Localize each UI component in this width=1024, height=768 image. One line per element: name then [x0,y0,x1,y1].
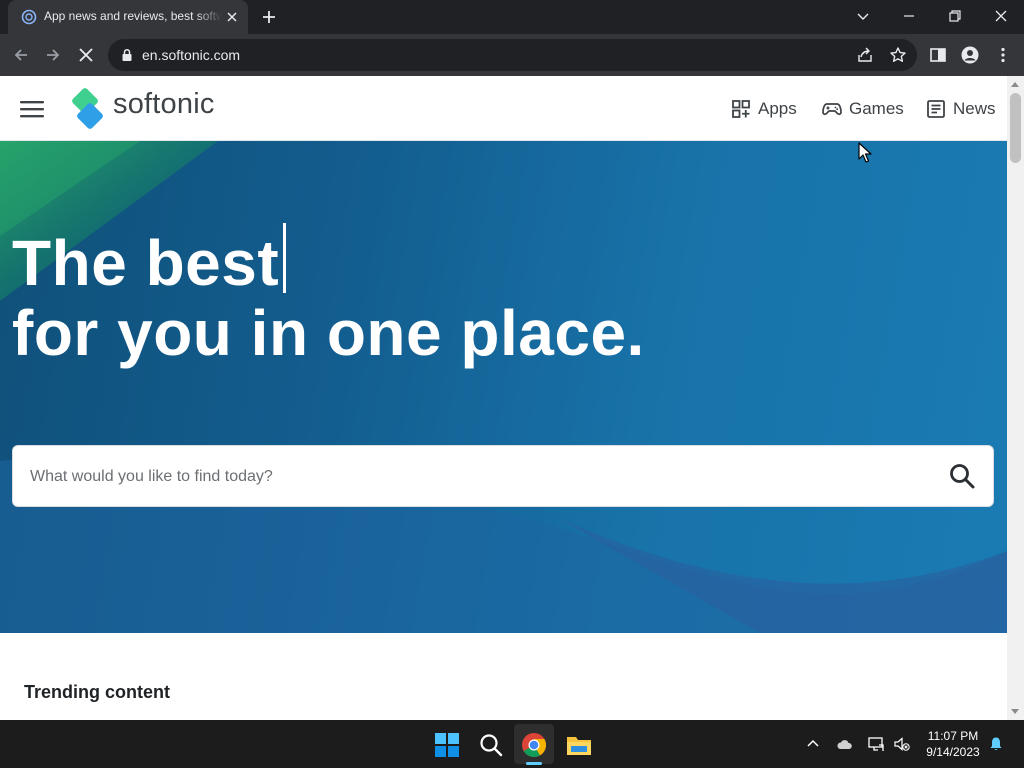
nav-games[interactable]: Games [822,96,904,122]
nav-games-label: Games [849,99,904,118]
url-text[interactable]: en.softonic.com [142,47,240,63]
address-bar[interactable]: en.softonic.com [108,39,917,71]
file-explorer-icon[interactable] [566,732,592,758]
browser-tab-active[interactable]: App news and reviews, best software [8,0,248,34]
hero-banner: The best for you in one place. [0,141,1007,633]
chrome-menu-kebab-icon[interactable] [994,46,1012,64]
taskbar-clock[interactable]: 11:07 PM 9/14/2023 [922,728,984,760]
restore-icon[interactable] [947,8,963,24]
typing-caret [283,223,287,293]
nav-apps[interactable]: Apps [731,96,797,122]
trending-heading: Trending content [24,682,170,702]
hero-headline-line2: for you in one place. [12,297,645,369]
onedrive-cloud-icon[interactable] [836,736,852,752]
nav-news[interactable]: News [926,96,996,122]
mouse-pointer-icon [858,142,872,163]
back-arrow-icon[interactable] [12,46,30,64]
tab-title: App news and reviews, best software [44,9,222,23]
web-page: softonic Apps Games News The best for yo… [0,76,1007,720]
loading-favicon-icon [21,9,37,25]
windows-taskbar: 11:07 PM 9/14/2023 [0,720,1024,768]
site-header: softonic Apps Games News [0,76,1007,141]
gamepad-icon [822,103,842,116]
hero-headline-line1: The best [12,223,287,300]
volume-muted-icon[interactable] [894,736,910,752]
news-article-icon [927,100,945,118]
hero-headline-line1-text: The best [12,227,280,299]
tray-overflow-chevron-icon[interactable] [805,736,821,752]
profile-avatar-icon[interactable] [961,46,979,64]
side-panel-icon[interactable] [929,46,947,64]
nav-apps-label: Apps [758,99,797,118]
scroll-down-arrow-icon[interactable] [1011,709,1019,714]
lock-icon[interactable] [120,48,134,62]
search-box[interactable] [12,445,994,507]
stop-loading-icon[interactable] [77,46,95,64]
chrome-app-icon[interactable] [521,732,547,758]
scrollbar-thumb[interactable] [1010,93,1021,163]
forward-arrow-icon[interactable] [44,46,62,64]
windows-start-icon[interactable] [434,732,460,758]
nav-news-label: News [953,99,996,118]
apps-grid-icon [732,100,750,118]
network-icon[interactable] [868,736,884,752]
browser-toolbar: en.softonic.com [0,34,1024,76]
tab-search-chevron-icon[interactable] [855,8,871,24]
logo-wordmark[interactable]: softonic [113,88,215,121]
close-window-icon[interactable] [993,8,1009,24]
chrome-active-indicator [526,762,542,765]
hero-background-shapes [0,141,1007,633]
taskbar-search-icon[interactable] [478,732,504,758]
browser-tab-strip: App news and reviews, best software [0,0,1024,34]
page-scrollbar[interactable] [1007,76,1024,720]
bookmark-star-icon[interactable] [889,46,907,64]
notification-bell-icon[interactable] [988,736,1004,752]
search-input[interactable] [28,460,912,494]
share-icon[interactable] [856,46,874,64]
new-tab-plus-icon[interactable] [261,9,277,25]
clock-date: 9/14/2023 [926,745,980,759]
minimize-icon[interactable] [901,8,917,24]
softonic-logo-icon[interactable] [70,88,106,130]
tab-close-icon[interactable] [224,9,240,25]
hamburger-menu-icon[interactable] [20,100,44,118]
search-icon[interactable] [948,462,976,490]
scroll-up-arrow-icon[interactable] [1011,82,1019,87]
clock-time: 11:07 PM [927,729,979,743]
